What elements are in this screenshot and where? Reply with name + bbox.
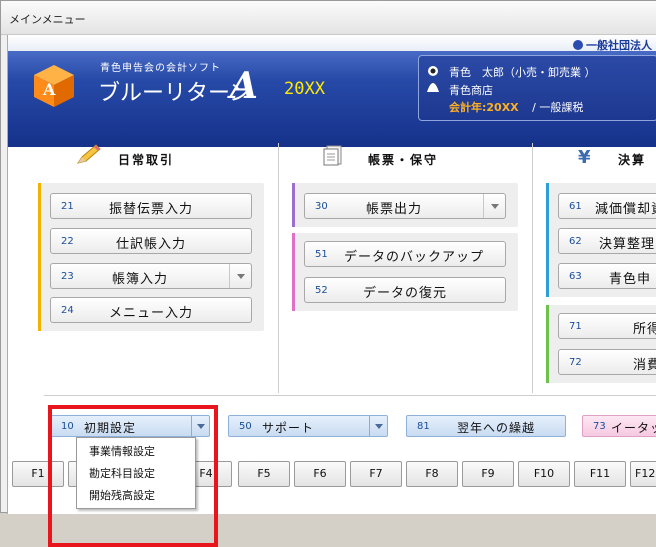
fkey-f6[interactable]: F6 — [294, 461, 346, 487]
highlight-box — [48, 405, 218, 547]
organization-logo-icon — [573, 40, 583, 50]
toolbar-button-carryover[interactable]: 81 翌年への繰越 — [406, 415, 566, 437]
fkey-f7[interactable]: F7 — [350, 461, 402, 487]
user-name: 青色 太郎（小売・卸売業 ） — [449, 66, 596, 79]
organization-label: 一般社団法人 — [573, 37, 652, 53]
toolbar-button-etax[interactable]: 73 イータック — [582, 415, 656, 437]
title-bar[interactable]: メインメニュー — [1, 1, 656, 35]
ledger-button-52[interactable]: 52 データの復元 — [304, 277, 506, 303]
toolbar-button-support[interactable]: 50 サポート — [228, 415, 388, 437]
header-banner: 一般社団法人 A 青色申告会の会計ソフト ブルーリターン A 20XX 青色 太… — [8, 35, 656, 147]
fkey-f11[interactable]: F11 — [574, 461, 626, 487]
daily-accent-bar — [38, 183, 41, 331]
closing-button-71[interactable]: 71 所得 — [558, 313, 656, 339]
main-frame: 一般社団法人 A 青色申告会の会計ソフト ブルーリターン A 20XX 青色 太… — [7, 35, 656, 547]
app-subtitle: 青色申告会の会計ソフト — [100, 63, 221, 74]
fkey-f5[interactable]: F5 — [238, 461, 290, 487]
section-title-daily: 日常取引 — [118, 153, 175, 167]
svg-text:¥: ¥ — [578, 147, 591, 167]
daily-button-24[interactable]: 24 メニュー入力 — [50, 297, 252, 323]
chevron-down-icon[interactable] — [369, 416, 387, 436]
tax-type: / 一般課税 — [532, 101, 584, 114]
app-name: ブルーリターン — [98, 81, 251, 106]
section-title-ledger: 帳票・保守 — [368, 153, 439, 167]
ledger-button-30[interactable]: 30 帳票出力 — [304, 193, 506, 219]
fiscal-year-line: 会計年:20XX / 一般課税 — [449, 99, 583, 115]
banner-top-strip — [8, 35, 656, 51]
ledger-button-51[interactable]: 51 データのバックアップ — [304, 241, 506, 267]
app-year: 20XX — [284, 79, 325, 99]
shop-name: 青色商店 — [449, 84, 493, 97]
toolbar-divider — [44, 395, 656, 396]
closing-button-62[interactable]: 62 決算整理 — [558, 228, 656, 254]
ledger-accent-bar — [292, 183, 295, 227]
section-divider — [278, 143, 279, 393]
window-title: メインメニュー — [9, 13, 86, 26]
closing-button-61[interactable]: 61 減価償却資 — [558, 193, 656, 219]
fkey-f8[interactable]: F8 — [406, 461, 458, 487]
yen-icon: ¥ — [578, 147, 591, 167]
fkey-f10[interactable]: F10 — [518, 461, 570, 487]
daily-button-21[interactable]: 21 振替伝票入力 — [50, 193, 252, 219]
document-icon — [323, 145, 342, 166]
closing-button-63[interactable]: 63 青色申 — [558, 263, 656, 289]
user-avatar-icon — [427, 66, 439, 92]
chevron-down-icon[interactable] — [483, 194, 505, 218]
closing-accent-bar — [546, 183, 549, 297]
ledger-maintenance-accent-bar — [292, 233, 295, 311]
section-divider — [532, 143, 533, 393]
main-window: メインメニュー 一般社団法人 A 青色申告会の会計ソフト ブルーリターン A 2… — [0, 0, 656, 547]
daily-button-23[interactable]: 23 帳簿入力 — [50, 263, 252, 289]
svg-text:A: A — [42, 80, 56, 99]
fkey-f9[interactable]: F9 — [462, 461, 514, 487]
daily-button-22[interactable]: 22 仕訳帳入力 — [50, 228, 252, 254]
fiscal-year: 会計年:20XX — [449, 101, 519, 114]
fkey-f12[interactable]: F12 — [630, 461, 656, 487]
app-name-letter: A — [230, 65, 258, 107]
section-title-closing: 決算 — [618, 153, 647, 167]
closing-accent-bar-bottom — [546, 305, 549, 383]
closing-button-72[interactable]: 72 消費 — [558, 349, 656, 375]
pencil-icon — [76, 144, 101, 164]
chevron-down-icon[interactable] — [229, 264, 251, 288]
user-info-box: 青色 太郎（小売・卸売業 ） 青色商店 会計年:20XX / 一般課税 — [418, 55, 656, 121]
app-logo-cube-icon: A — [34, 65, 74, 107]
